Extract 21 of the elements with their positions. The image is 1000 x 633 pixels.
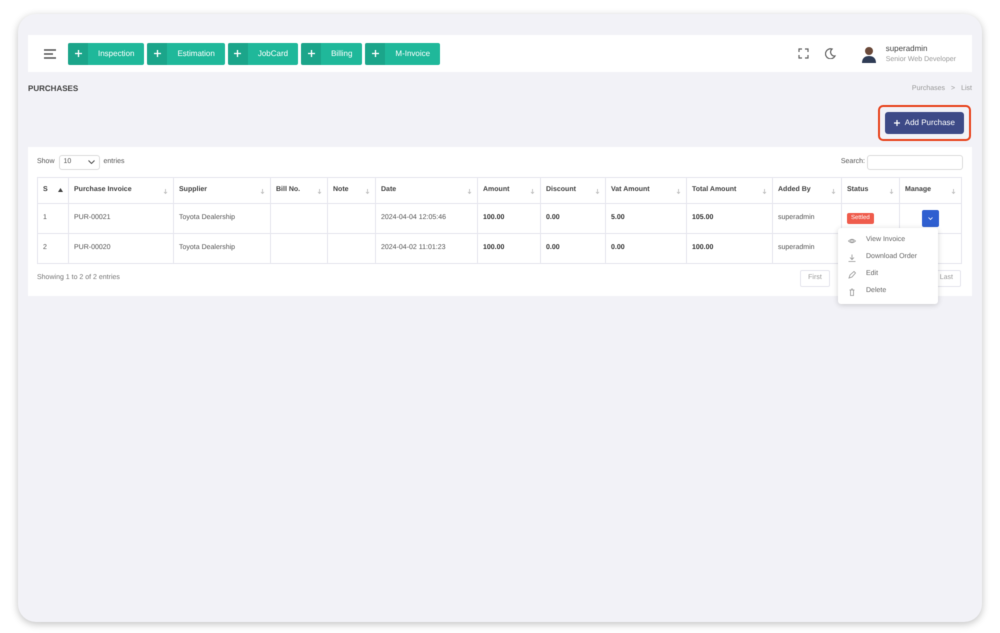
menu-icon[interactable] <box>44 48 56 58</box>
view-icon <box>848 236 856 244</box>
plus-icon <box>894 120 900 126</box>
search-field[interactable] <box>867 154 963 170</box>
add-purchase-button[interactable]: Add Purchase <box>884 112 964 134</box>
plus-icon <box>74 50 82 57</box>
page-title: PURCHASES <box>28 83 78 95</box>
edit-icon <box>848 270 856 278</box>
chevron-down-icon <box>928 217 933 220</box>
plus-icon <box>234 50 242 57</box>
manage-button[interactable] <box>922 210 939 227</box>
fullscreen-icon[interactable] <box>798 48 809 59</box>
moon-icon[interactable] <box>824 48 836 59</box>
plus-icon <box>154 50 161 57</box>
download-icon <box>848 254 856 262</box>
avatar-icon[interactable] <box>860 44 878 62</box>
delete-icon <box>848 288 856 296</box>
plus-icon <box>308 50 315 57</box>
plus-icon <box>372 50 379 57</box>
chevron-down-icon <box>88 160 95 164</box>
user-name: superadmin <box>886 42 928 54</box>
